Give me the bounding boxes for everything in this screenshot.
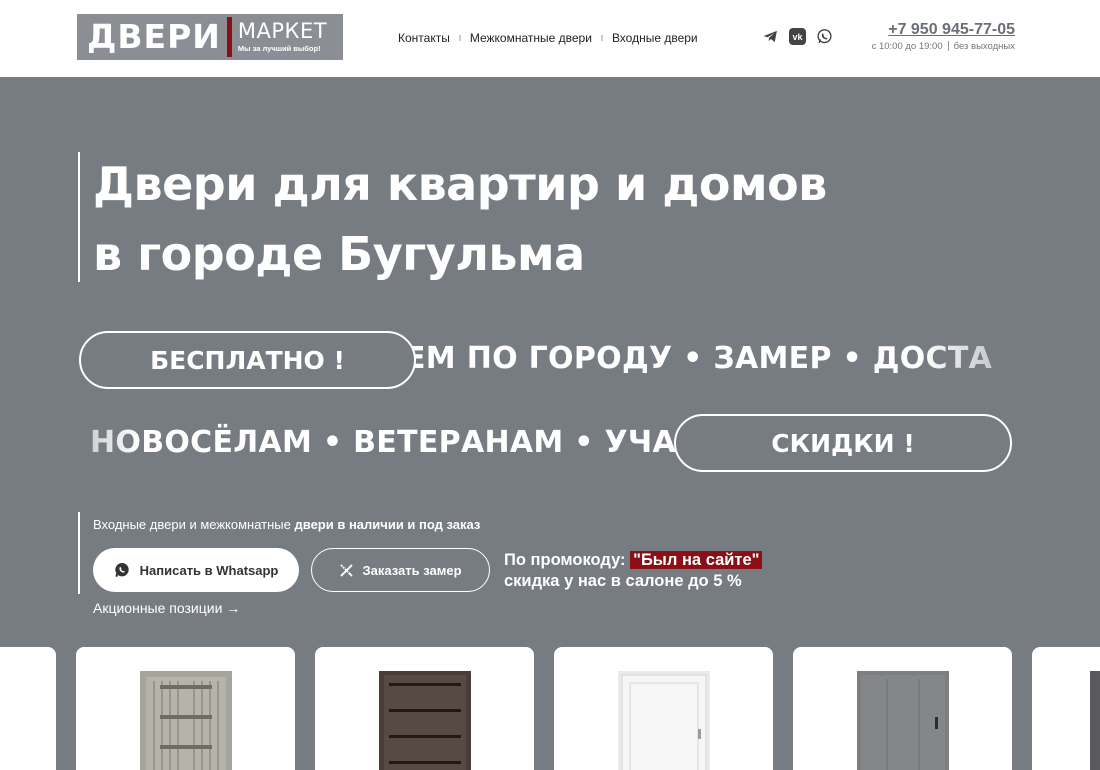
- subtitle-accent-bar: [78, 512, 80, 594]
- order-measure-label: Заказать замер: [362, 562, 462, 578]
- telegram-icon[interactable]: [762, 28, 779, 45]
- nav-entrance-doors[interactable]: Входные двери: [612, 31, 698, 45]
- ruler-pencil-icon: [341, 564, 353, 576]
- door-image: [856, 671, 949, 770]
- contact-block: +7 950 945-77-05 с 10:00 до 19:00 без вых…: [872, 21, 1015, 52]
- nav-contacts[interactable]: Контакты: [398, 31, 450, 45]
- product-card[interactable]: [0, 647, 56, 770]
- hero-subtitle-city: в городе Бугульма: [93, 227, 585, 281]
- logo-main-text: ДВЕРИ: [87, 17, 221, 56]
- nav-separator: [600, 35, 603, 41]
- hero-title: Двери для квартир и домов: [93, 157, 827, 211]
- marquee-fade: [0, 413, 140, 473]
- logo[interactable]: ДВЕРИ МАРКЕТ Мы за лучший выбор!: [77, 14, 343, 60]
- order-measure-button[interactable]: Заказать замер: [311, 548, 490, 592]
- logo-divider: [226, 17, 232, 57]
- nav-interior-doors[interactable]: Межкомнатные двери: [470, 31, 592, 45]
- description-plain: Входные двери и межкомнатные: [93, 517, 295, 532]
- product-card[interactable]: [76, 647, 295, 770]
- door-image: [617, 671, 710, 770]
- vk-icon[interactable]: vk: [789, 28, 806, 45]
- hours-text: с 10:00 до 19:00: [871, 41, 943, 52]
- description-bold: двери в наличии и под заказ: [294, 517, 481, 532]
- hero-section: Двери для квартир и домов в городе Бугул…: [0, 77, 1100, 770]
- title-accent-bar: [78, 152, 80, 282]
- whatsapp-button[interactable]: Написать в Whatsapp: [93, 548, 299, 592]
- logo-market-text: МАРКЕТ: [237, 19, 328, 44]
- free-pill: БЕСПЛАТНО !: [79, 331, 416, 389]
- social-links: vk: [762, 28, 833, 45]
- product-card[interactable]: [554, 647, 773, 770]
- whatsapp-button-label: Написать в Whatsapp: [139, 562, 279, 578]
- site-header: ДВЕРИ МАРКЕТ Мы за лучший выбор! Контакт…: [0, 0, 1100, 77]
- door-image: [139, 671, 232, 770]
- logo-slogan: Мы за лучший выбор!: [237, 44, 321, 54]
- marquee-text: ЕМ ПО ГОРОДУ • ЗАМЕР • ДОСТА: [405, 341, 993, 376]
- promo-block: По промокоду: "Был на сайте" скидка у на…: [504, 550, 763, 592]
- promotions-link[interactable]: Акционные позиции →: [93, 600, 240, 616]
- whatsapp-icon[interactable]: [816, 28, 833, 45]
- discounts-pill: СКИДКИ !: [674, 414, 1012, 472]
- promo-prefix: По промокоду:: [504, 551, 631, 569]
- promo-code: "Был на сайте": [630, 551, 763, 569]
- product-card[interactable]: [315, 647, 534, 770]
- marquee-fade: [920, 329, 1100, 389]
- whatsapp-icon: [114, 563, 129, 577]
- promo-line1: По промокоду: "Был на сайте": [504, 550, 763, 571]
- days-text: без выходных: [953, 41, 1015, 52]
- hero-description: Входные двери и межкомнатные двери в нал…: [93, 517, 480, 532]
- hours-separator: [947, 41, 949, 52]
- door-image: [378, 671, 471, 770]
- logo-right: МАРКЕТ Мы за лучший выбор!: [238, 21, 327, 53]
- nav-separator: [458, 35, 461, 41]
- phone-link[interactable]: +7 950 945-77-05: [872, 21, 1015, 39]
- product-card[interactable]: [1032, 647, 1100, 770]
- door-image: [1090, 671, 1100, 770]
- working-hours: с 10:00 до 19:00 без выходных: [872, 41, 1015, 52]
- product-card[interactable]: [793, 647, 1012, 770]
- marquee-text: НОВОСЁЛАМ • ВЕТЕРАНАМ • УЧА: [90, 425, 676, 460]
- main-nav: Контакты Межкомнатные двери Входные двер…: [398, 31, 698, 45]
- promo-line2: скидка у нас в салоне до 5 %: [504, 572, 742, 590]
